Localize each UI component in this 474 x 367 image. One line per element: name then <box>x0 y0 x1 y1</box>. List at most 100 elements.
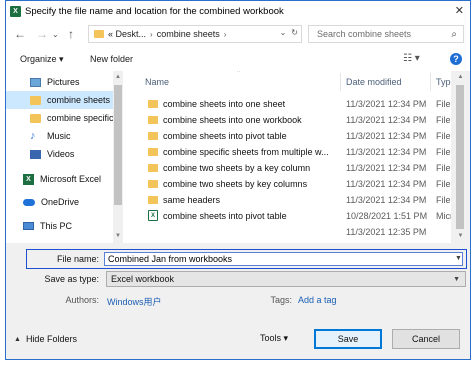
chevron-right-icon: › <box>223 29 227 39</box>
sidebar-item-videos[interactable]: Videos <box>6 145 113 163</box>
file-list-scrollbar[interactable]: ▲ ▼ <box>451 71 470 243</box>
scrollbar-thumb[interactable] <box>456 85 464 229</box>
file-date: 10/28/2021 1:51 PM <box>346 211 428 221</box>
organize-menu[interactable]: Organize ▾ <box>20 54 64 65</box>
file-name: combine sheets into one workbook <box>163 115 302 125</box>
sidebar-item-this-pc[interactable]: This PC <box>6 217 113 235</box>
file-row[interactable]: X combine sheets into pivot table 10/28/… <box>123 208 451 224</box>
hide-folders-button[interactable]: ▲ Hide Folders <box>14 334 77 344</box>
tools-menu[interactable]: Tools ▾ <box>260 333 288 344</box>
save-type-label: Save as type: <box>44 274 99 284</box>
column-header-name[interactable]: Name <box>145 77 169 87</box>
forward-arrow-icon[interactable]: → <box>36 27 48 41</box>
scroll-up-icon[interactable]: ▲ <box>451 74 470 80</box>
folder-icon <box>148 180 158 188</box>
back-arrow-icon[interactable]: ← <box>14 27 26 41</box>
folder-icon <box>148 148 158 156</box>
file-date: 11/3/2021 12:34 PM <box>346 179 427 189</box>
close-icon[interactable]: ✕ <box>455 4 464 17</box>
breadcrumb-combine-sheets[interactable]: combine sheets <box>157 29 220 39</box>
excel-icon: X <box>23 173 34 185</box>
sidebar-item-onedrive[interactable]: OneDrive <box>6 193 113 211</box>
sidebar-item-label: combine sheets <box>47 95 111 105</box>
chevron-down-icon[interactable]: ▼ <box>453 276 460 283</box>
command-bar: Organize ▾ New folder ☷ ▾ ? <box>6 48 470 71</box>
sidebar-item-combine-specific[interactable]: combine specific <box>6 109 113 127</box>
file-row[interactable]: combine sheets into one sheet 11/3/2021 … <box>123 96 451 112</box>
navigation-scrollbar[interactable]: ▲ ▼ <box>113 71 123 243</box>
column-header-type[interactable]: Type <box>436 77 451 87</box>
folder-icon <box>148 100 158 108</box>
file-type: File fol <box>436 147 451 157</box>
authors-label: Authors: <box>65 295 99 305</box>
file-type: File fol <box>436 163 451 173</box>
help-icon[interactable]: ? <box>450 53 462 65</box>
chevron-right-icon: › <box>150 29 153 39</box>
new-folder-button[interactable]: New folder <box>90 54 133 64</box>
file-date: 11/3/2021 12:34 PM <box>346 131 427 141</box>
column-header-date[interactable]: Date modified <box>346 77 402 87</box>
authors-value[interactable]: Windows用户 <box>107 295 162 308</box>
file-name-input[interactable] <box>104 252 463 266</box>
chevron-down-icon[interactable]: ▼ <box>455 255 462 262</box>
sidebar-item-combine-sheets[interactable]: combine sheets <box>6 91 113 109</box>
sidebar-item-label: Pictures <box>47 77 80 87</box>
file-type: File fol <box>436 179 451 189</box>
videos-icon <box>30 149 41 159</box>
folder-icon <box>30 95 41 105</box>
file-name: combine two sheets by a key column <box>163 163 311 173</box>
file-date: 11/3/2021 12:34 PM <box>346 99 427 109</box>
refresh-icon[interactable]: ↻ <box>291 28 298 37</box>
file-row[interactable]: combine specific sheets from multiple w.… <box>123 144 451 160</box>
tags-label: Tags: <box>270 295 292 305</box>
tags-value[interactable]: Add a tag <box>298 295 337 305</box>
chevron-down-icon[interactable]: ⌄ <box>280 28 287 37</box>
file-name-label: File name: <box>56 254 99 264</box>
file-row[interactable]: combine two sheets by key columns 11/3/2… <box>123 176 451 192</box>
file-name: same headers <box>163 195 221 205</box>
sidebar-item-music[interactable]: ♪ Music <box>6 127 113 145</box>
file-type: File fol <box>436 99 451 109</box>
file-row[interactable]: combine two sheets by a key column 11/3/… <box>123 160 451 176</box>
file-row[interactable]: 11/3/2021 12:35 PM <box>123 224 451 240</box>
save-type-select[interactable]: Excel workbook ▼ <box>106 271 466 287</box>
file-row[interactable]: same headers 11/3/2021 12:34 PM File fol <box>123 192 451 208</box>
up-arrow-icon[interactable]: ↑ <box>68 27 74 41</box>
search-box: ⌕ <box>308 25 464 43</box>
pc-icon <box>23 222 34 230</box>
sidebar-item-label: Microsoft Excel <box>40 174 102 184</box>
hide-folders-label: Hide Folders <box>25 334 77 344</box>
sidebar-item-label: combine specific <box>47 113 113 123</box>
save-button[interactable]: Save <box>314 329 382 349</box>
column-divider[interactable] <box>430 73 431 91</box>
file-name: combine sheets into pivot table <box>163 211 287 221</box>
scroll-down-icon[interactable]: ▼ <box>113 233 123 239</box>
dialog-footer: ▲ Hide Folders Tools ▾ Save Cancel <box>6 319 470 359</box>
recent-dropdown-icon[interactable]: ⌄ <box>52 30 59 39</box>
search-icon[interactable]: ⌕ <box>451 29 457 40</box>
sidebar-item-microsoft-excel[interactable]: X Microsoft Excel <box>6 170 113 188</box>
file-type: Micros <box>436 211 451 221</box>
folder-icon <box>30 113 41 123</box>
sort-ascending-icon: ^ <box>237 71 241 76</box>
search-input[interactable] <box>317 29 437 39</box>
cancel-button[interactable]: Cancel <box>392 329 460 349</box>
scroll-up-icon[interactable]: ▲ <box>113 74 123 80</box>
address-bar[interactable]: « Deskt... › combine sheets › ⌄ ↻ <box>88 25 302 43</box>
excel-file-icon: X <box>148 210 158 221</box>
sidebar-item-label: OneDrive <box>41 197 80 207</box>
file-date: 11/3/2021 12:34 PM <box>346 195 427 205</box>
file-type: File fol <box>436 131 451 141</box>
breadcrumb-desktop[interactable]: « Deskt... <box>108 29 146 39</box>
onedrive-icon <box>23 198 35 206</box>
sidebar-item-pictures[interactable]: Pictures <box>6 73 113 91</box>
file-row[interactable]: combine sheets into pivot table 11/3/202… <box>123 128 451 144</box>
window-title: Specify the file name and location for t… <box>25 5 284 17</box>
excel-app-icon: X <box>10 5 21 17</box>
view-options-icon[interactable]: ☷ ▾ <box>403 53 420 64</box>
scrollbar-thumb[interactable] <box>114 85 122 205</box>
column-divider[interactable] <box>340 73 341 91</box>
file-type: File fol <box>436 115 451 125</box>
scroll-down-icon[interactable]: ▼ <box>451 233 470 239</box>
file-row[interactable]: combine sheets into one workbook 11/3/20… <box>123 112 451 128</box>
